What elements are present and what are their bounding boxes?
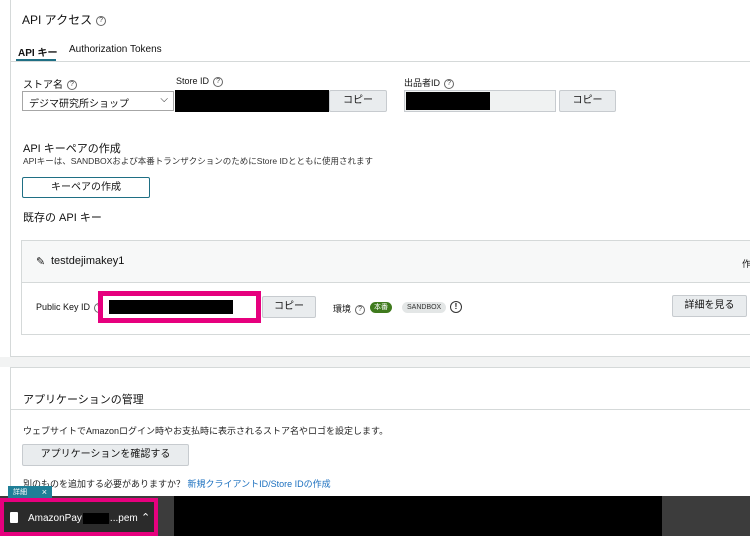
- help-icon[interactable]: ?: [96, 15, 107, 26]
- chevron-down-icon: ⌵: [160, 94, 168, 105]
- public-key-copy-button[interactable]: コピー: [262, 296, 316, 318]
- app-management-description: ウェブサイトでAmazonログイン時やお支払時に表示されるストア名やロゴを設定し…: [23, 426, 389, 436]
- section-gap: [0, 357, 750, 367]
- tab-api-key[interactable]: API キー: [18, 44, 57, 59]
- sandbox-badge: SANDBOX: [402, 302, 447, 313]
- help-icon[interactable]: ?: [67, 80, 77, 91]
- help-icon[interactable]: ?: [213, 76, 224, 87]
- key-card-header: [22, 241, 750, 283]
- create-key-pair-button[interactable]: キーペアの作成: [22, 177, 150, 198]
- public-key-label: Public Key ID?: [36, 302, 105, 313]
- help-icon[interactable]: ?: [444, 78, 455, 89]
- seller-id-label: 出品者ID?: [404, 76, 455, 89]
- store-id-redacted: [175, 90, 329, 112]
- key-name: testdejimakey1: [51, 255, 125, 267]
- download-file-name: AmazonPay ...pem: [28, 513, 138, 525]
- production-badge: 本番: [370, 302, 392, 313]
- new-client-id-link[interactable]: 新規クライアントID/Store IDの作成: [188, 479, 331, 489]
- public-key-highlight: [98, 291, 261, 323]
- confirm-application-button[interactable]: アプリケーションを確認する: [22, 444, 189, 466]
- chevron-up-icon[interactable]: ⌃: [141, 511, 150, 524]
- download-item-highlight[interactable]: AmazonPay ...pem ⌃: [0, 498, 158, 536]
- seller-id-redacted: [406, 92, 490, 110]
- app-title-divider: [10, 409, 750, 410]
- pencil-icon: ✎: [36, 256, 46, 268]
- download-bar-redacted: [174, 496, 662, 536]
- help-icon[interactable]: ?: [355, 304, 366, 315]
- key-pair-title: API キーペアの作成: [23, 143, 121, 155]
- seller-id-copy-button[interactable]: コピー: [559, 90, 616, 112]
- info-icon[interactable]: !: [450, 301, 462, 313]
- public-key-redacted: [109, 300, 233, 314]
- environment-label: 環境?: [333, 302, 366, 315]
- existing-keys-title: 既存の API キー: [23, 212, 102, 224]
- store-id-label: Store ID?: [176, 76, 224, 87]
- tab-divider: [10, 61, 750, 62]
- view-details-button[interactable]: 詳細を見る: [672, 295, 747, 317]
- key-card-right-text: 作: [742, 259, 750, 269]
- section-left-border: [10, 0, 11, 356]
- file-name-redacted: [82, 513, 109, 524]
- key-pair-description: APIキーは、SANDBOXおよび本番トランザクションのためにStore IDと…: [23, 156, 373, 166]
- api-access-title: API アクセス?: [22, 11, 107, 28]
- seller-id-field: [404, 90, 556, 112]
- store-name-label: ストア名?: [23, 76, 77, 91]
- tab-authorization-tokens[interactable]: Authorization Tokens: [69, 44, 162, 55]
- store-name-select[interactable]: デジマ研究所ショップ ⌵: [22, 91, 174, 111]
- store-id-copy-button[interactable]: コピー: [329, 90, 387, 112]
- file-icon: [10, 512, 18, 523]
- app-management-title: アプリケーションの管理: [23, 394, 144, 406]
- add-another-row: 別のものを追加する必要がありますか？ 新規クライアントID/Store IDの作…: [23, 479, 331, 489]
